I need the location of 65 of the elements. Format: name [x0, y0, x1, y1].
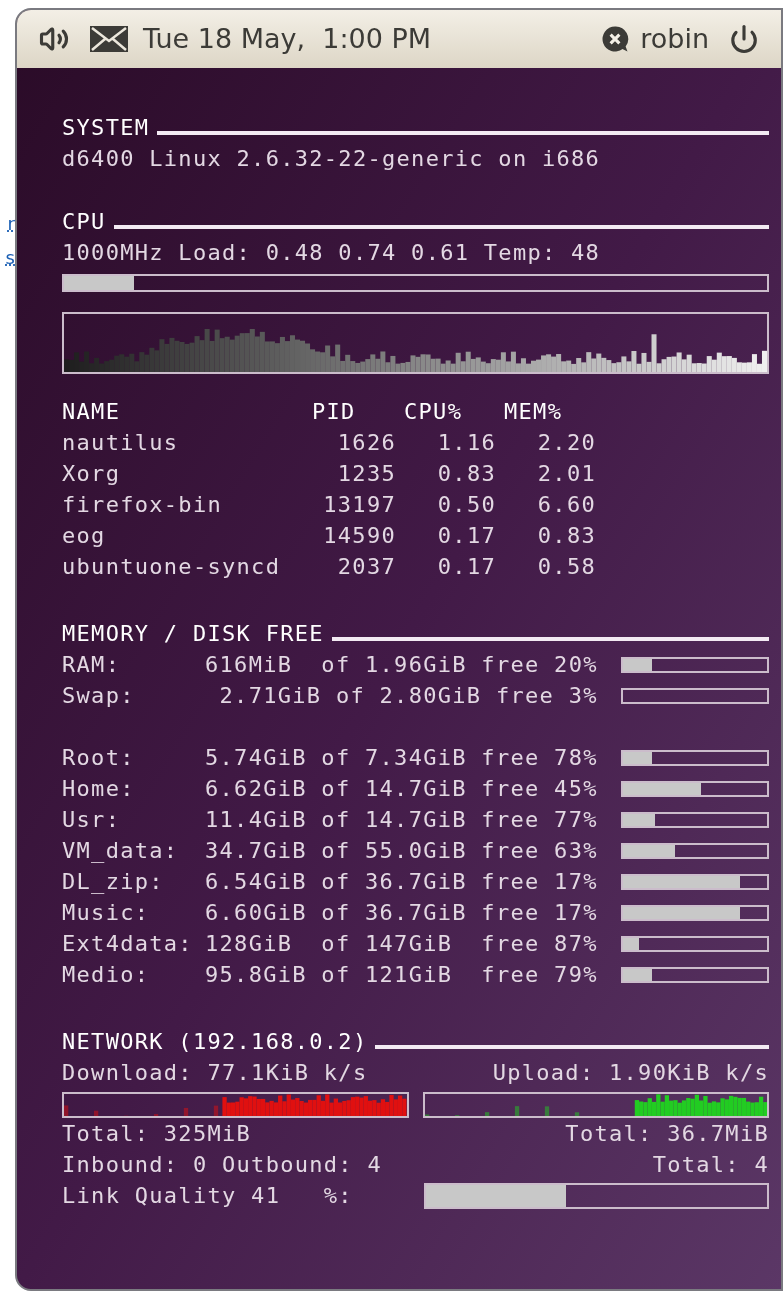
status-offline-icon[interactable]	[600, 24, 631, 54]
process-cell-text: 0.17	[437, 522, 497, 550]
section-title: NETWORK (192.168.0.2)	[62, 1028, 368, 1056]
download-rate: Download: 77.1KiB k/s	[62, 1059, 368, 1087]
disk-label: Medio:	[62, 961, 151, 989]
upload-rate: Upload: 1.90KiB k/s	[492, 1059, 769, 1087]
process-cell-text: 0.58	[537, 553, 597, 581]
column-header: NAME	[62, 398, 122, 426]
cpu-info: 1000MHz Load: 0.48 0.74 0.61 Temp: 48	[62, 239, 602, 267]
process-cell-text: 14590	[323, 522, 397, 550]
clock[interactable]: Tue 18 May, 1:00 PM	[143, 18, 431, 60]
system-info: d6400 Linux 2.6.32-22-generic on i686	[62, 145, 602, 173]
disk-label: Usr:	[62, 806, 122, 834]
connections-total: Total: 4	[652, 1151, 769, 1179]
disk-usage: 11.4GiB of 14.7GiB free 77%	[205, 806, 598, 834]
process-cell-text: 1235	[337, 460, 397, 488]
disk-usage: 6.62GiB of 14.7GiB free 45%	[205, 775, 598, 803]
disk-label: Home:	[62, 775, 136, 803]
connections: Inbound: 0 Outbound: 4	[62, 1151, 382, 1179]
process-cell-text: 0.17	[437, 553, 497, 581]
upload-total: Total: 36.7MiB	[565, 1120, 769, 1148]
process-cell-text: 2037	[337, 553, 397, 581]
disk-label: Ext4data:	[62, 930, 194, 958]
process-cell-text: 1.16	[437, 429, 497, 457]
process-cell-text: eog	[62, 522, 107, 550]
column-header: PID	[311, 398, 357, 426]
column-header: CPU%	[403, 398, 464, 426]
process-cell-text: firefox-bin	[62, 491, 223, 519]
user-name[interactable]: robin	[640, 18, 709, 60]
section-title: SYSTEM	[62, 114, 150, 142]
disk-usage: 616MiB of 1.96GiB free 20%	[205, 651, 598, 679]
disk-label: Music:	[62, 899, 151, 927]
process-cell-text: Xorg	[62, 460, 122, 488]
download-total: Total: 325MiB	[62, 1120, 252, 1148]
process-cell-text: 13197	[323, 491, 397, 519]
disk-usage: 6.54GiB of 36.7GiB free 17%	[205, 868, 598, 896]
process-cell-text: 0.50	[437, 491, 497, 519]
disk-usage: 95.8GiB of 121GiB free 79%	[205, 961, 598, 989]
process-cell-text: ubuntuone-syncd	[62, 553, 282, 581]
section-title: CPU	[62, 208, 106, 236]
disk-usage: 128GiB of 147GiB free 87%	[205, 930, 598, 958]
disk-label: RAM:	[62, 651, 122, 679]
power-icon[interactable]	[729, 24, 759, 54]
disk-usage: 34.7GiB of 55.0GiB free 63%	[205, 837, 598, 865]
disk-label: DL_zip:	[62, 868, 165, 896]
column-header: MEM%	[503, 398, 564, 426]
disk-usage: 5.74GiB of 7.34GiB free 78%	[205, 744, 598, 772]
process-cell-text: 1626	[337, 429, 397, 457]
process-cell-text: 0.83	[537, 522, 597, 550]
link-fragment[interactable]: r	[7, 210, 15, 238]
disk-usage: 2.71GiB of 2.80GiB free 3%	[218, 682, 598, 710]
link-fragment[interactable]: s	[5, 244, 15, 272]
speaker-icon[interactable]	[39, 24, 69, 54]
envelope-icon[interactable]	[89, 25, 129, 53]
section-title: MEMORY / DISK FREE	[62, 620, 324, 648]
process-cell-text: 0.83	[437, 460, 497, 488]
process-cell-text: 2.20	[537, 429, 597, 457]
process-cell-text: 2.01	[537, 460, 597, 488]
disk-label: Root:	[62, 744, 136, 772]
process-cell-text: nautilus	[62, 429, 180, 457]
process-cell-text: 6.60	[537, 491, 597, 519]
disk-label: VM_data:	[62, 837, 180, 865]
disk-label: Swap:	[62, 682, 136, 710]
disk-usage: 6.60GiB of 36.7GiB free 17%	[205, 899, 598, 927]
link-quality: Link Quality 41 %:	[62, 1182, 354, 1210]
